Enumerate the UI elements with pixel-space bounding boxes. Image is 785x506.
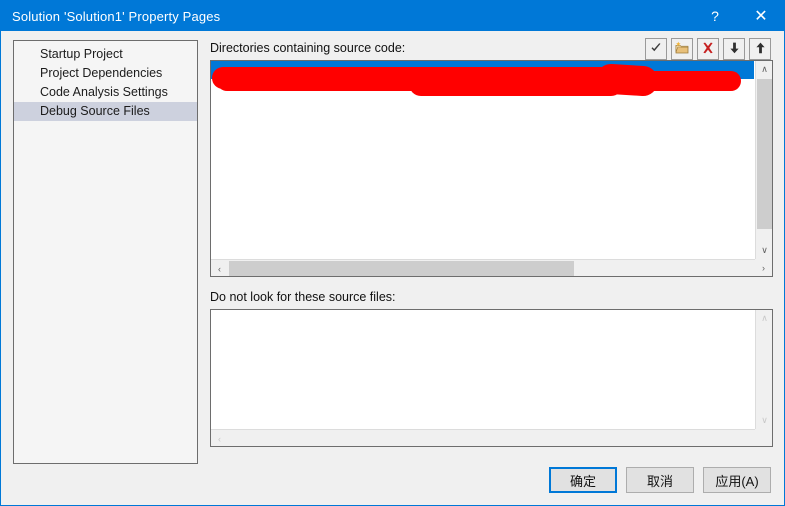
move-down-icon <box>728 41 741 58</box>
directories-toolbar <box>645 38 771 60</box>
scroll-right-icon[interactable]: › <box>755 259 772 276</box>
dialog-body: Startup Project Project Dependencies Cod… <box>1 31 784 505</box>
exclude-list-items <box>211 310 754 428</box>
exclude-horizontal-scrollbar[interactable]: ‹ <box>211 429 755 446</box>
scrollbar-corner <box>755 429 772 446</box>
check-icon <box>649 41 663 58</box>
delete-entry-button[interactable] <box>697 38 719 60</box>
new-folder-icon <box>674 41 690 58</box>
delete-icon <box>701 41 715 58</box>
directories-horizontal-scrollbar[interactable]: ‹ <box>211 259 755 276</box>
check-icon-button[interactable] <box>645 38 667 60</box>
scroll-thumb-vertical[interactable] <box>757 79 772 229</box>
ok-button[interactable]: 确定 <box>549 467 617 493</box>
caption-button-group: ? ✕ <box>692 1 784 31</box>
move-up-button[interactable] <box>749 38 771 60</box>
apply-button[interactable]: 应用(A) <box>703 467 771 493</box>
sidebar-item-label: Project Dependencies <box>40 66 163 80</box>
scroll-up-icon[interactable]: ∧ <box>756 310 772 327</box>
close-button[interactable]: ✕ <box>738 1 784 31</box>
directories-label: Directories containing source code: <box>210 41 406 55</box>
exclude-label: Do not look for these source files: <box>210 290 396 304</box>
sidebar-item-code-analysis-settings[interactable]: Code Analysis Settings <box>14 83 197 102</box>
settings-pane: Directories containing source code: ∧ ∨ … <box>210 31 773 471</box>
dialog-button-bar: 确定 取消 应用(A) <box>549 467 771 493</box>
scroll-thumb-horizontal[interactable] <box>229 261 574 276</box>
new-folder-button[interactable] <box>671 38 693 60</box>
directories-vertical-scrollbar[interactable]: ∧ ∨ <box>755 61 772 259</box>
scroll-left-icon[interactable]: ‹ <box>211 430 228 446</box>
title-bar: Solution 'Solution1' Property Pages ? ✕ <box>1 1 784 31</box>
category-tree[interactable]: Startup Project Project Dependencies Cod… <box>13 40 198 464</box>
directories-listbox[interactable]: ∧ ∨ ‹ › <box>210 60 773 277</box>
sidebar-item-project-dependencies[interactable]: Project Dependencies <box>14 64 197 83</box>
scroll-left-icon[interactable]: ‹ <box>211 260 228 276</box>
move-up-icon <box>754 41 767 58</box>
sidebar-item-startup-project[interactable]: Startup Project <box>14 45 197 64</box>
property-pages-dialog: Solution 'Solution1' Property Pages ? ✕ … <box>0 0 785 506</box>
scroll-down-icon[interactable]: ∨ <box>756 242 772 259</box>
help-button[interactable]: ? <box>692 1 738 31</box>
sidebar-item-label: Code Analysis Settings <box>40 85 168 99</box>
list-item[interactable] <box>211 61 754 79</box>
scroll-up-icon[interactable]: ∧ <box>756 61 772 78</box>
sidebar-item-debug-source-files[interactable]: Debug Source Files <box>14 102 197 121</box>
sidebar-item-label: Debug Source Files <box>40 104 150 118</box>
window-title: Solution 'Solution1' Property Pages <box>12 8 221 24</box>
exclude-vertical-scrollbar[interactable]: ∧ ∨ <box>755 310 772 429</box>
sidebar-item-label: Startup Project <box>40 47 123 61</box>
directories-list-items <box>211 61 754 258</box>
cancel-button[interactable]: 取消 <box>626 467 694 493</box>
exclude-listbox[interactable]: ∧ ∨ ‹ <box>210 309 773 447</box>
move-down-button[interactable] <box>723 38 745 60</box>
scroll-down-icon[interactable]: ∨ <box>756 412 772 429</box>
